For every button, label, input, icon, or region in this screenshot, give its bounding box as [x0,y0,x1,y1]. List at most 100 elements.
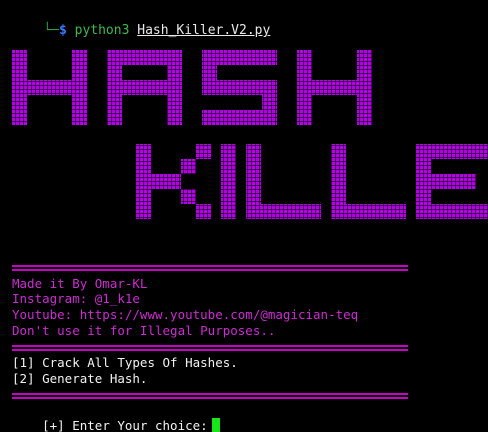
banner-pixel [416,144,431,159]
banner-pixel [72,80,87,95]
banner-pixel [346,204,361,219]
text-cursor[interactable] [211,418,220,432]
banner-pixel [262,80,277,95]
banner-pixel [461,144,476,159]
banner-pixel [291,204,306,219]
banner-pixel [221,189,236,204]
banner-pixel [297,80,312,95]
banner-pixel [202,50,217,65]
command-name: python3 [74,23,130,38]
menu-option-crack: [1] Crack All Types Of Hashes. [12,355,238,370]
banner-pixel [391,204,406,219]
banner-pixel [246,204,261,219]
banner-pixel [136,204,151,219]
banner-pixel [12,110,27,125]
disclaimer-line: Don't use it for Illegal Purposes.. [12,323,276,338]
banner-pixel [246,189,261,204]
banner-pixel [416,159,431,174]
banner-pixel [181,159,196,174]
banner-pixel [202,65,217,80]
banner-pixel [331,144,346,159]
banner-pixel [27,80,42,95]
banner-pixel [12,65,27,80]
banner-pixel [42,80,57,95]
banner-pixel [232,50,247,65]
banner-pixel [221,174,236,189]
banner-pixel [446,204,461,219]
banner-pixel [331,159,346,174]
banner-pixel [431,144,446,159]
banner-pixel [167,65,182,80]
banner-pixel [107,50,122,65]
banner-pixel [167,80,182,95]
banner-pixel [357,65,372,80]
banner-pixel [276,204,291,219]
banner-pixel [167,50,182,65]
youtube-line: Youtube: https://www.youtube.com/@magici… [12,307,359,322]
banner-pixel [246,144,261,159]
banner-pixel [72,65,87,80]
banner-pixel [136,189,151,204]
banner-pixel [416,174,431,189]
command-argument: Hash_Killer.V2.py [137,23,271,38]
banner-pixel [122,50,137,65]
banner-pixel [331,174,346,189]
banner-pixel [261,204,276,219]
banner-text-killer [136,144,488,219]
banner-pixel [107,95,122,110]
banner-pixel [297,65,312,80]
banner-pixel [361,204,376,219]
banner-pixel [196,144,211,159]
banner-pixel [136,144,151,159]
ascii-banner [0,46,488,231]
banner-pixel [431,174,446,189]
banner-art [12,50,488,219]
banner-pixel [247,50,262,65]
banner-pixel [217,80,232,95]
banner-pixel [167,95,182,110]
banner-pixel [136,174,151,189]
banner-pixel [232,80,247,95]
choice-prompt-label: [+] Enter Your choice: [42,418,208,432]
choice-input-line[interactable]: [+] Enter Your choice: [12,402,220,432]
banner-pixel [262,110,277,125]
banner-pixel [12,80,27,95]
banner-pixel [217,110,232,125]
banner-pixel [461,204,476,219]
banner-pixel [196,204,211,219]
banner-pixel [57,80,72,95]
banner-pixel [431,204,446,219]
banner-pixel [416,204,431,219]
banner-pixel [137,80,152,95]
banner-pixel [357,50,372,65]
banner-pixel [166,174,181,189]
banner-pixel [461,174,476,189]
banner-pixel [72,110,87,125]
banner-pixel [327,80,342,95]
banner-pixel [357,110,372,125]
banner-pixel [416,189,431,204]
banner-pixel [202,80,217,95]
banner-pixel [331,204,346,219]
banner-pixel [476,204,488,219]
banner-pixel [152,80,167,95]
banner-pixel [12,95,27,110]
banner-pixel [72,95,87,110]
banner-pixel [306,204,321,219]
banner-text-hash [12,50,372,125]
banner-pixel [12,50,27,65]
banner-pixel [107,65,122,80]
banner-pixel [247,110,262,125]
banner-pixel [72,50,87,65]
banner-pixel [151,174,166,189]
banner-pixel [262,50,277,65]
banner-pixel [136,159,151,174]
banner-pixel [446,144,461,159]
prompt-corner: └─ [43,23,59,38]
terminal-window[interactable]: └─$ python3 Hash_Killer.V2.py Made it By… [0,0,488,432]
instagram-line: Instagram: @1_k1e [12,291,140,306]
banner-pixel [246,174,261,189]
banner-pixel [262,95,277,110]
banner-pixel [107,110,122,125]
prompt-symbol: $ [58,23,67,38]
